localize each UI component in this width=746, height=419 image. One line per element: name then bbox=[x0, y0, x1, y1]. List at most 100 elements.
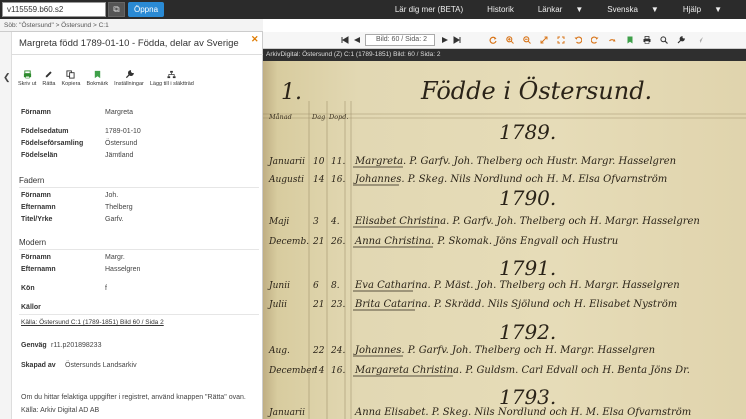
year-label: 1790. bbox=[499, 186, 556, 210]
svg-text:16.: 16. bbox=[331, 366, 345, 376]
zoom-out-icon[interactable] bbox=[523, 36, 531, 44]
document-image[interactable]: 1. Födde i Östersund. Månad Dag Dopd. 17… bbox=[263, 61, 746, 419]
svg-text:21: 21 bbox=[312, 237, 324, 247]
prev-page-icon[interactable] bbox=[353, 36, 361, 44]
svg-text:Elisabet Christina. P. Garfv.: Elisabet Christina. P. Garfv. Joh. Thelb… bbox=[354, 216, 700, 227]
copy-button[interactable]: Kopiera bbox=[62, 70, 80, 87]
top-navigation-bar: v115559.b60.s2 ⧉ Öppna Lär dig mer (BETA… bbox=[0, 0, 746, 19]
svg-text:Margreta. P. Garfv. Joh. Thelb: Margreta. P. Garfv. Joh. Thelberg och Hu… bbox=[354, 156, 676, 167]
register-entry: Januarii Anna Elisabet. P. Skeg. Nils No… bbox=[267, 407, 691, 418]
page-selector[interactable]: Bild: 60 / Sida: 2 bbox=[365, 34, 435, 46]
header-title: Födde i Östersund. bbox=[420, 76, 652, 105]
search-icon[interactable] bbox=[660, 36, 668, 44]
svg-text:Anna Elisabet. P. Skeg. Nils N: Anna Elisabet. P. Skeg. Nils Nordlund oc… bbox=[354, 407, 691, 418]
register-entry: Januarii 10 11. Margreta. P. Garfv. Joh.… bbox=[267, 156, 676, 167]
chevron-down-icon: ▼ bbox=[714, 5, 722, 14]
add-to-tree-button[interactable]: Lägg till i släktträd bbox=[150, 70, 194, 87]
svg-text:Aug.: Aug. bbox=[268, 346, 290, 356]
svg-text:3: 3 bbox=[313, 217, 319, 227]
svg-text:Decemb.: Decemb. bbox=[268, 237, 309, 247]
menu-history[interactable]: Historik bbox=[487, 5, 526, 14]
svg-text:8.: 8. bbox=[331, 281, 340, 291]
column-head: Dag bbox=[311, 113, 325, 121]
svg-text:Januarii: Januarii bbox=[267, 157, 305, 167]
svg-text:21: 21 bbox=[312, 300, 324, 310]
svg-text:Januarii: Januarii bbox=[267, 408, 305, 418]
father-heading: Fadern bbox=[19, 176, 45, 185]
correction-note: Om du hittar felaktiga uppgifter i regis… bbox=[21, 394, 246, 401]
column-head: Månad bbox=[268, 112, 292, 121]
header-number: 1. bbox=[281, 80, 302, 105]
source-footer: Källa: Arkiv Digital AD AB bbox=[21, 407, 100, 414]
svg-text:December: December bbox=[268, 366, 317, 376]
svg-text:26.: 26. bbox=[330, 237, 345, 247]
svg-text:Augusti: Augusti bbox=[268, 175, 304, 185]
svg-text:24.: 24. bbox=[330, 346, 345, 356]
bookmark-icon bbox=[94, 70, 101, 79]
svg-text:23.: 23. bbox=[330, 300, 345, 310]
print-button[interactable]: Skriv ut bbox=[18, 70, 36, 87]
svg-text:14: 14 bbox=[313, 175, 325, 185]
menu-language[interactable]: Svenska ▼ bbox=[607, 5, 671, 14]
chevron-left-icon[interactable]: ❮ bbox=[3, 72, 11, 83]
fullscreen-icon[interactable] bbox=[557, 36, 565, 44]
divider bbox=[12, 54, 263, 55]
svg-text:Eva Catharina. P. Mäst. Joh. T: Eva Catharina. P. Mäst. Joh. Thelberg oc… bbox=[354, 280, 680, 291]
volume-search-input[interactable]: v115559.b60.s2 bbox=[2, 2, 106, 17]
svg-text:Johannes. P. Skeg. Nils Nordlu: Johannes. P. Skeg. Nils Nordlund och H. … bbox=[353, 174, 667, 185]
register-entry: Julii 21 23. Brita Catarina. P. Skrädd. … bbox=[267, 299, 677, 310]
bookmark-button[interactable]: Bokmärk bbox=[86, 70, 108, 87]
svg-text:Maji: Maji bbox=[268, 217, 289, 227]
divider bbox=[19, 187, 259, 188]
panel-title: Margreta född 1789-01-10 - Födda, delar … bbox=[19, 38, 239, 49]
edit-icon bbox=[46, 71, 53, 78]
wrench-icon bbox=[125, 70, 134, 79]
wrench-icon[interactable] bbox=[677, 36, 685, 44]
menu-learn-more[interactable]: Lär dig mer (BETA) bbox=[395, 5, 475, 14]
rotate-180-icon[interactable] bbox=[608, 36, 616, 44]
fit-icon[interactable] bbox=[540, 36, 548, 44]
register-entry: December 14 16. Margareta Christina. P. … bbox=[268, 365, 690, 376]
svg-text:Anna Christina. P. Skomak. Jön: Anna Christina. P. Skomak. Jöns Engvall … bbox=[354, 236, 618, 247]
register-entry: Decemb. 21 26. Anna Christina. P. Skomak… bbox=[268, 236, 618, 247]
settings-button[interactable]: Inställningar bbox=[114, 70, 144, 87]
year-label: 1791. bbox=[499, 256, 556, 280]
divider bbox=[19, 249, 259, 250]
svg-text:22: 22 bbox=[312, 346, 325, 356]
bookmark-icon[interactable] bbox=[626, 36, 634, 44]
svg-text:6: 6 bbox=[313, 281, 319, 291]
copy-icon[interactable]: ⧉ bbox=[108, 2, 125, 17]
menu-links[interactable]: Länkar ▼ bbox=[538, 5, 595, 14]
rotate-left-icon[interactable] bbox=[574, 36, 582, 44]
print-icon[interactable] bbox=[643, 36, 651, 44]
refresh-icon[interactable] bbox=[489, 36, 497, 44]
close-icon[interactable]: ✕ bbox=[251, 35, 259, 44]
chevron-down-icon: ▼ bbox=[650, 5, 659, 14]
handwritten-register-page: 1. Födde i Östersund. Månad Dag Dopd. 17… bbox=[263, 76, 746, 419]
year-label: 1793. bbox=[499, 385, 556, 409]
register-entry: Aug. 22 24. Johannes. P. Garfv. Joh. The… bbox=[268, 345, 655, 356]
last-page-icon[interactable] bbox=[453, 36, 461, 44]
source-link[interactable]: Källa: Östersund C:1 (1789-1851) Bild 60… bbox=[21, 319, 164, 326]
next-page-icon[interactable] bbox=[441, 36, 449, 44]
breadcrumb[interactable]: Söb: "Östersund" > Östersund > C:1 bbox=[0, 19, 263, 32]
record-details-panel: Margreta född 1789-01-10 - Födda, delar … bbox=[12, 32, 263, 419]
year-label: 1792. bbox=[499, 320, 556, 344]
first-page-icon[interactable] bbox=[341, 36, 349, 44]
collapse-panel-handle[interactable]: ❮ bbox=[0, 32, 12, 419]
mother-heading: Modern bbox=[19, 238, 47, 247]
zoom-in-icon[interactable] bbox=[506, 36, 514, 44]
menu-help[interactable]: Hjälp ▼ bbox=[683, 5, 734, 14]
svg-text:Margareta Christina. P. Guldsm: Margareta Christina. P. Guldsm. Carl Edv… bbox=[354, 365, 690, 376]
rotate-right-icon[interactable] bbox=[591, 36, 599, 44]
svg-text:Junii: Junii bbox=[267, 281, 290, 291]
svg-text:11.: 11. bbox=[331, 157, 345, 167]
open-button[interactable]: Öppna bbox=[128, 2, 165, 17]
correct-button[interactable]: Rätta bbox=[42, 70, 56, 87]
copy-icon bbox=[66, 70, 76, 79]
register-entry: Junii 6 8. Eva Catharina. P. Mäst. Joh. … bbox=[267, 280, 680, 291]
viewer-toolbar: Bild: 60 / Sida: 2 bbox=[263, 32, 746, 49]
svg-text:16.: 16. bbox=[331, 175, 345, 185]
tree-icon bbox=[167, 70, 176, 79]
cursor-icon[interactable] bbox=[696, 36, 704, 44]
